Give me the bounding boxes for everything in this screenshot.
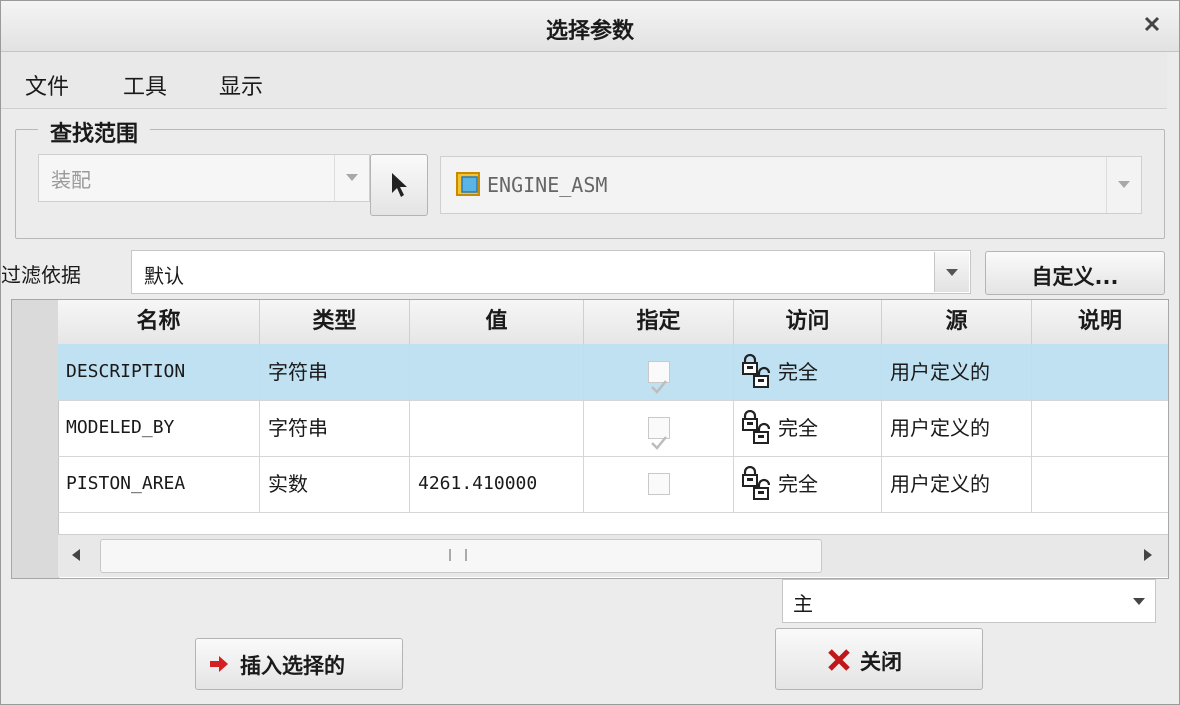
- chevron-down-icon[interactable]: [934, 252, 969, 292]
- lock-icon: [740, 409, 774, 456]
- cell-access: 完全: [734, 400, 882, 456]
- column-header-description[interactable]: 说明: [1032, 300, 1168, 344]
- designated-checkbox[interactable]: [647, 473, 670, 495]
- menu-display[interactable]: 显示: [219, 69, 263, 101]
- cell-designated: [584, 400, 734, 456]
- cell-description: [1032, 456, 1168, 512]
- cell-description: [1032, 400, 1168, 456]
- search-scope-group: 查找范围 装配 ENGINE_ASM: [15, 116, 1165, 239]
- close-label: 关闭: [860, 650, 902, 674]
- scroll-right-icon[interactable]: [1130, 537, 1166, 573]
- customize-button[interactable]: 自定义...: [985, 251, 1165, 295]
- lock-icon: [740, 465, 774, 512]
- cell-name: DESCRIPTION: [58, 344, 260, 400]
- cursor-arrow-icon: [392, 173, 407, 197]
- cell-source: 用户定义的: [882, 456, 1032, 512]
- menu-file[interactable]: 文件: [25, 69, 69, 101]
- insert-selected-label: 插入选择的: [240, 654, 345, 678]
- row-header-column: [12, 300, 59, 578]
- column-header-value[interactable]: 值: [410, 300, 584, 344]
- customize-label: 自定义...: [1031, 265, 1119, 289]
- model-value: ENGINE_ASM: [487, 173, 608, 197]
- access-label: 完全: [778, 472, 818, 496]
- insert-selected-button[interactable]: 插入选择的: [195, 638, 403, 690]
- cell-designated: [584, 456, 734, 512]
- access-label: 完全: [778, 360, 818, 384]
- scope-type-select[interactable]: 装配: [38, 154, 370, 202]
- filter-label: 过滤依据: [1, 263, 81, 287]
- grip-icon: [449, 549, 467, 561]
- column-header-access[interactable]: 访问: [734, 300, 882, 344]
- table-select-value: 主: [793, 592, 813, 616]
- cell-access: 完全: [734, 344, 882, 400]
- cell-type: 字符串: [260, 344, 410, 400]
- assembly-icon: [455, 171, 483, 203]
- menu-tools[interactable]: 工具: [123, 69, 167, 101]
- cell-value: [410, 344, 584, 400]
- column-header-designated[interactable]: 指定: [584, 300, 734, 344]
- table-row[interactable]: MODELED_BY 字符串 完全 用户定义的: [58, 400, 1168, 457]
- check-icon: [650, 380, 667, 394]
- cell-designated: [584, 344, 734, 400]
- column-header-source[interactable]: 源: [882, 300, 1032, 344]
- select-pointer-button[interactable]: [370, 154, 428, 216]
- close-icon[interactable]: [1139, 11, 1165, 37]
- column-header-name[interactable]: 名称: [58, 300, 260, 344]
- filter-value: 默认: [144, 264, 184, 288]
- scope-type-value: 装配: [51, 168, 91, 192]
- column-header-type[interactable]: 类型: [260, 300, 410, 344]
- cell-name: PISTON_AREA: [58, 456, 260, 512]
- close-x-icon: [828, 649, 850, 671]
- horizontal-scrollbar[interactable]: [58, 534, 1168, 577]
- parameter-table: 名称 类型 值 指定 访问 源 说明 DESCRIPTION 字符串 完全 用户…: [11, 299, 1169, 579]
- designated-checkbox[interactable]: [647, 361, 670, 394]
- table-row[interactable]: PISTON_AREA 实数 4261.410000 完全 用户定义的: [58, 456, 1168, 513]
- scroll-thumb[interactable]: [100, 539, 822, 573]
- search-scope-legend: 查找范围: [38, 116, 151, 148]
- filter-select[interactable]: 默认: [131, 250, 971, 294]
- cell-type: 实数: [260, 456, 410, 512]
- chevron-down-icon: [334, 155, 369, 201]
- model-select[interactable]: ENGINE_ASM: [440, 156, 1142, 214]
- dialog-title: 选择参数: [545, 19, 634, 44]
- cell-source: 用户定义的: [882, 400, 1032, 456]
- cell-name: MODELED_BY: [58, 400, 260, 456]
- designated-checkbox[interactable]: [647, 417, 670, 450]
- cell-value: [410, 400, 584, 456]
- arrow-right-icon: [210, 656, 228, 672]
- title-bar: 选择参数: [1, 1, 1179, 52]
- chevron-down-icon: [1106, 157, 1141, 213]
- access-label: 完全: [778, 416, 818, 440]
- lock-icon: [740, 353, 774, 400]
- scroll-left-icon[interactable]: [60, 537, 96, 573]
- close-button[interactable]: 关闭: [775, 628, 983, 690]
- cell-access: 完全: [734, 456, 882, 512]
- cell-value: 4261.410000: [410, 456, 584, 512]
- table-select[interactable]: 主: [782, 579, 1156, 623]
- select-parameters-dialog: 选择参数 文件 工具 显示 查找范围 装配 ENGINE_ASM 过滤依据 默认…: [0, 0, 1180, 705]
- cell-source: 用户定义的: [882, 344, 1032, 400]
- check-icon: [650, 436, 667, 450]
- cell-type: 字符串: [260, 400, 410, 456]
- cell-description: [1032, 344, 1168, 400]
- table-header: 名称 类型 值 指定 访问 源 说明: [58, 300, 1168, 345]
- table-row[interactable]: DESCRIPTION 字符串 完全 用户定义的: [58, 344, 1168, 401]
- chevron-down-icon: [1133, 598, 1145, 605]
- menu-bar: 文件 工具 显示: [1, 52, 1167, 109]
